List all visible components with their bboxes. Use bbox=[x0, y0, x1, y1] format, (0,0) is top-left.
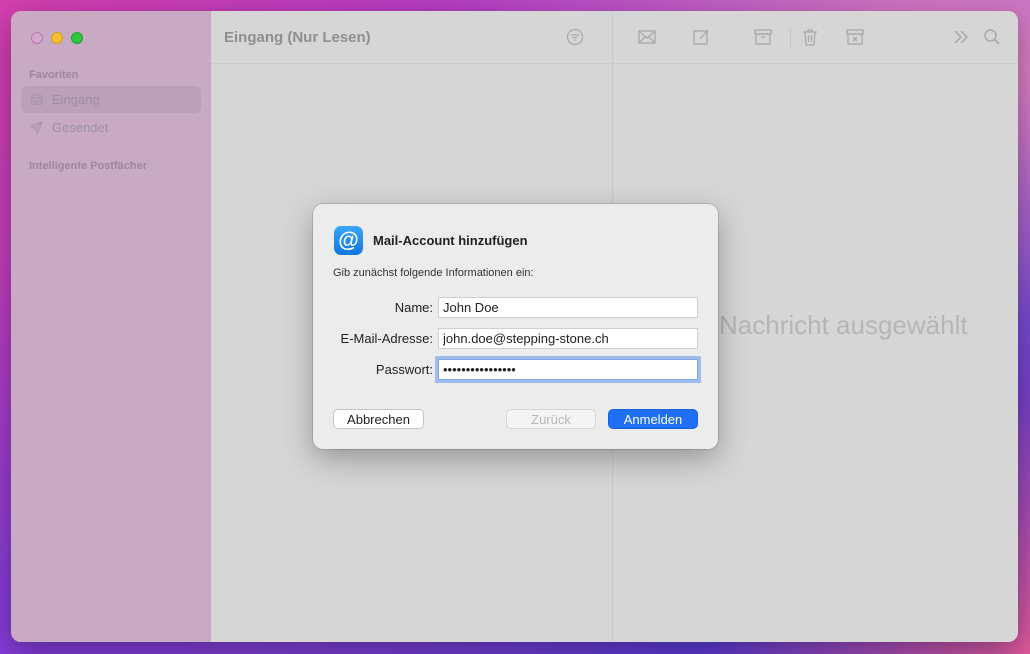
add-mail-account-dialog: @ Mail-Account hinzufügen Gib zunächst f… bbox=[313, 204, 718, 449]
dialog-subtitle: Gib zunächst folgende Informationen ein: bbox=[333, 267, 534, 279]
sidebar-item-sent[interactable]: Gesendet bbox=[21, 114, 201, 141]
tray-icon bbox=[30, 94, 43, 105]
toolbar-separator bbox=[790, 29, 791, 47]
password-label: Passwort: bbox=[375, 362, 433, 377]
sidebar: Favoriten Eingang Gesendet Intelligente … bbox=[11, 11, 211, 642]
sidebar-item-inbox[interactable]: Eingang bbox=[21, 86, 201, 113]
message-list-header: Eingang (Nur Lesen) bbox=[211, 11, 612, 64]
mailbox-title: Eingang (Nur Lesen) bbox=[224, 29, 371, 46]
email-field[interactable] bbox=[438, 328, 698, 349]
cancel-button[interactable]: Abbrechen bbox=[333, 409, 424, 429]
no-message-selected-label: Nachricht ausgewählt bbox=[719, 310, 968, 340]
junk-icon[interactable] bbox=[845, 27, 865, 47]
name-label: Name: bbox=[394, 300, 433, 315]
compose-icon[interactable] bbox=[691, 27, 711, 47]
close-window-button[interactable] bbox=[31, 32, 43, 44]
dialog-title: Mail-Account hinzufügen bbox=[373, 233, 528, 248]
toolbar bbox=[613, 11, 1018, 64]
mail-at-icon: @ bbox=[334, 226, 363, 255]
envelope-icon[interactable] bbox=[637, 27, 657, 47]
sidebar-section-favorites: Favoriten bbox=[29, 69, 79, 81]
sidebar-item-label: Eingang bbox=[52, 92, 100, 107]
archive-icon[interactable] bbox=[753, 27, 773, 47]
maximize-window-button[interactable] bbox=[71, 32, 83, 44]
more-chevrons-icon[interactable] bbox=[951, 27, 971, 47]
login-button[interactable]: Anmelden bbox=[608, 409, 698, 429]
email-label: E-Mail-Adresse: bbox=[340, 331, 433, 346]
trash-icon[interactable] bbox=[800, 27, 820, 47]
sidebar-item-label: Gesendet bbox=[52, 120, 109, 135]
minimize-window-button[interactable] bbox=[51, 32, 63, 44]
password-field[interactable] bbox=[438, 359, 698, 380]
sidebar-section-smart-mailboxes: Intelligente Postfächer bbox=[29, 160, 147, 172]
filter-icon[interactable] bbox=[566, 28, 584, 46]
search-icon[interactable] bbox=[982, 27, 1002, 47]
paper-plane-icon bbox=[30, 121, 43, 134]
back-button[interactable]: Zurück bbox=[506, 409, 596, 429]
name-field[interactable] bbox=[438, 297, 698, 318]
